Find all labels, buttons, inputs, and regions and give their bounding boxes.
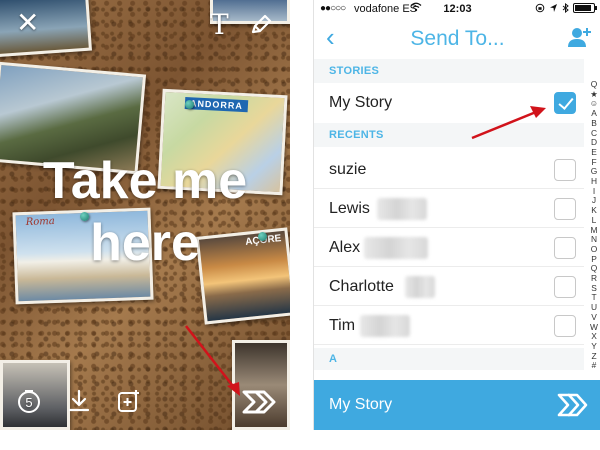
text-tool-icon[interactable]: T xyxy=(210,8,229,41)
send-bar-label: My Story xyxy=(329,396,393,413)
recipient-name: suzie xyxy=(329,161,367,178)
recipient-checkbox[interactable] xyxy=(554,198,576,220)
screenshot-composite: ANDORRA Roma AÇORE Take me here ✕ T 5 xyxy=(0,0,600,450)
recipient-name: My Story xyxy=(329,94,393,111)
alphabet-index[interactable]: Q ★ ☺ A B C D E F G H I J K L M N O P Q R S T U V W X Y Z # xyxy=(588,79,600,371)
snap-editor-screen: ANDORRA Roma AÇORE Take me here ✕ T 5 xyxy=(0,0,290,430)
recipient-name: Charlotte xyxy=(329,278,394,295)
battery-icon xyxy=(573,3,597,13)
page-title: Send To... xyxy=(410,27,505,50)
location-icon xyxy=(550,4,557,12)
section-header-a: A xyxy=(314,348,584,370)
bluetooth-icon xyxy=(562,3,569,13)
section-header-stories: STORIES xyxy=(314,59,584,83)
status-bar: ●●○○○ vodafone ES 12:03 xyxy=(314,0,600,18)
recipient-name: Alex xyxy=(329,239,361,256)
redacted-surname xyxy=(364,237,428,259)
recipient-name: Tim xyxy=(329,317,356,334)
photo-tag-andorra: ANDORRA xyxy=(184,96,249,113)
download-icon[interactable] xyxy=(66,388,92,414)
send-bar[interactable]: My Story xyxy=(314,380,600,430)
add-to-story-icon[interactable] xyxy=(116,388,142,414)
list-item[interactable]: Alex xyxy=(314,228,584,267)
timer-value: 5 xyxy=(25,395,32,410)
send-arrow-icon[interactable] xyxy=(557,391,589,419)
recipient-name: Lewis xyxy=(329,200,370,217)
list-item[interactable]: Lewis xyxy=(314,189,584,228)
list-item[interactable]: Charlotte xyxy=(314,267,584,306)
redacted-surname xyxy=(405,276,435,298)
recipient-checkbox[interactable] xyxy=(554,92,576,114)
list-item[interactable]: Tim xyxy=(314,306,584,345)
recipient-checkbox[interactable] xyxy=(554,276,576,298)
annotation-arrow xyxy=(185,325,240,396)
push-pin xyxy=(185,100,194,109)
close-icon[interactable]: ✕ xyxy=(16,6,39,39)
snap-caption[interactable]: Take me here xyxy=(0,150,290,274)
send-to-screen: ●●○○○ vodafone ES 12:03 ‹ Send To... STO… xyxy=(313,0,600,430)
recipient-checkbox[interactable] xyxy=(554,237,576,259)
redacted-surname xyxy=(377,198,427,220)
annotation-arrow xyxy=(471,106,546,140)
timer-icon[interactable]: 5 xyxy=(16,388,42,414)
rotation-lock-icon xyxy=(535,3,545,13)
pinned-photo xyxy=(0,0,92,58)
recipient-checkbox[interactable] xyxy=(554,315,576,337)
index-letter[interactable]: # xyxy=(588,361,600,371)
add-friend-icon[interactable] xyxy=(567,26,591,48)
pencil-icon[interactable] xyxy=(248,12,274,38)
recipient-checkbox[interactable] xyxy=(554,159,576,181)
list-item[interactable]: suzie xyxy=(314,150,584,189)
nav-bar: ‹ Send To... xyxy=(314,18,600,58)
redacted-surname xyxy=(360,315,410,337)
status-icons xyxy=(535,3,597,13)
